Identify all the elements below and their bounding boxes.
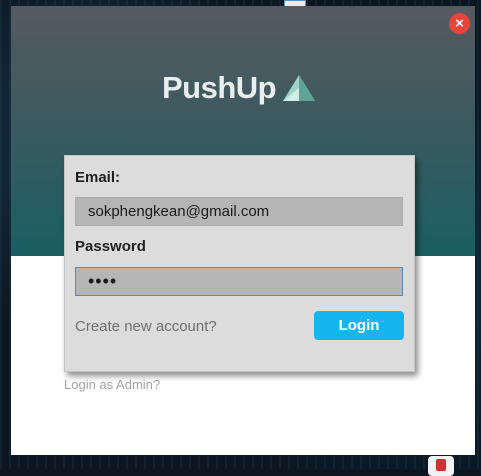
login-button[interactable]: Login <box>314 311 404 340</box>
login-form: Email: Password Create new account? Logi… <box>64 155 415 372</box>
login-dialog: × PushUp Email: Password Create new acco… <box>11 6 475 455</box>
email-label: Email: <box>75 169 121 186</box>
triangle-logo-icon <box>283 75 316 101</box>
password-label: Password <box>75 238 146 255</box>
create-account-link[interactable]: Create new account? <box>75 318 217 335</box>
password-field[interactable] <box>75 267 403 296</box>
app-logo: PushUp <box>162 70 316 106</box>
background-app-icon <box>428 456 454 476</box>
email-field[interactable] <box>75 197 403 226</box>
close-button[interactable]: × <box>449 13 470 34</box>
admin-login-link[interactable]: Login as Admin? <box>64 377 160 392</box>
app-name: PushUp <box>162 70 277 105</box>
close-icon: × <box>455 15 464 32</box>
